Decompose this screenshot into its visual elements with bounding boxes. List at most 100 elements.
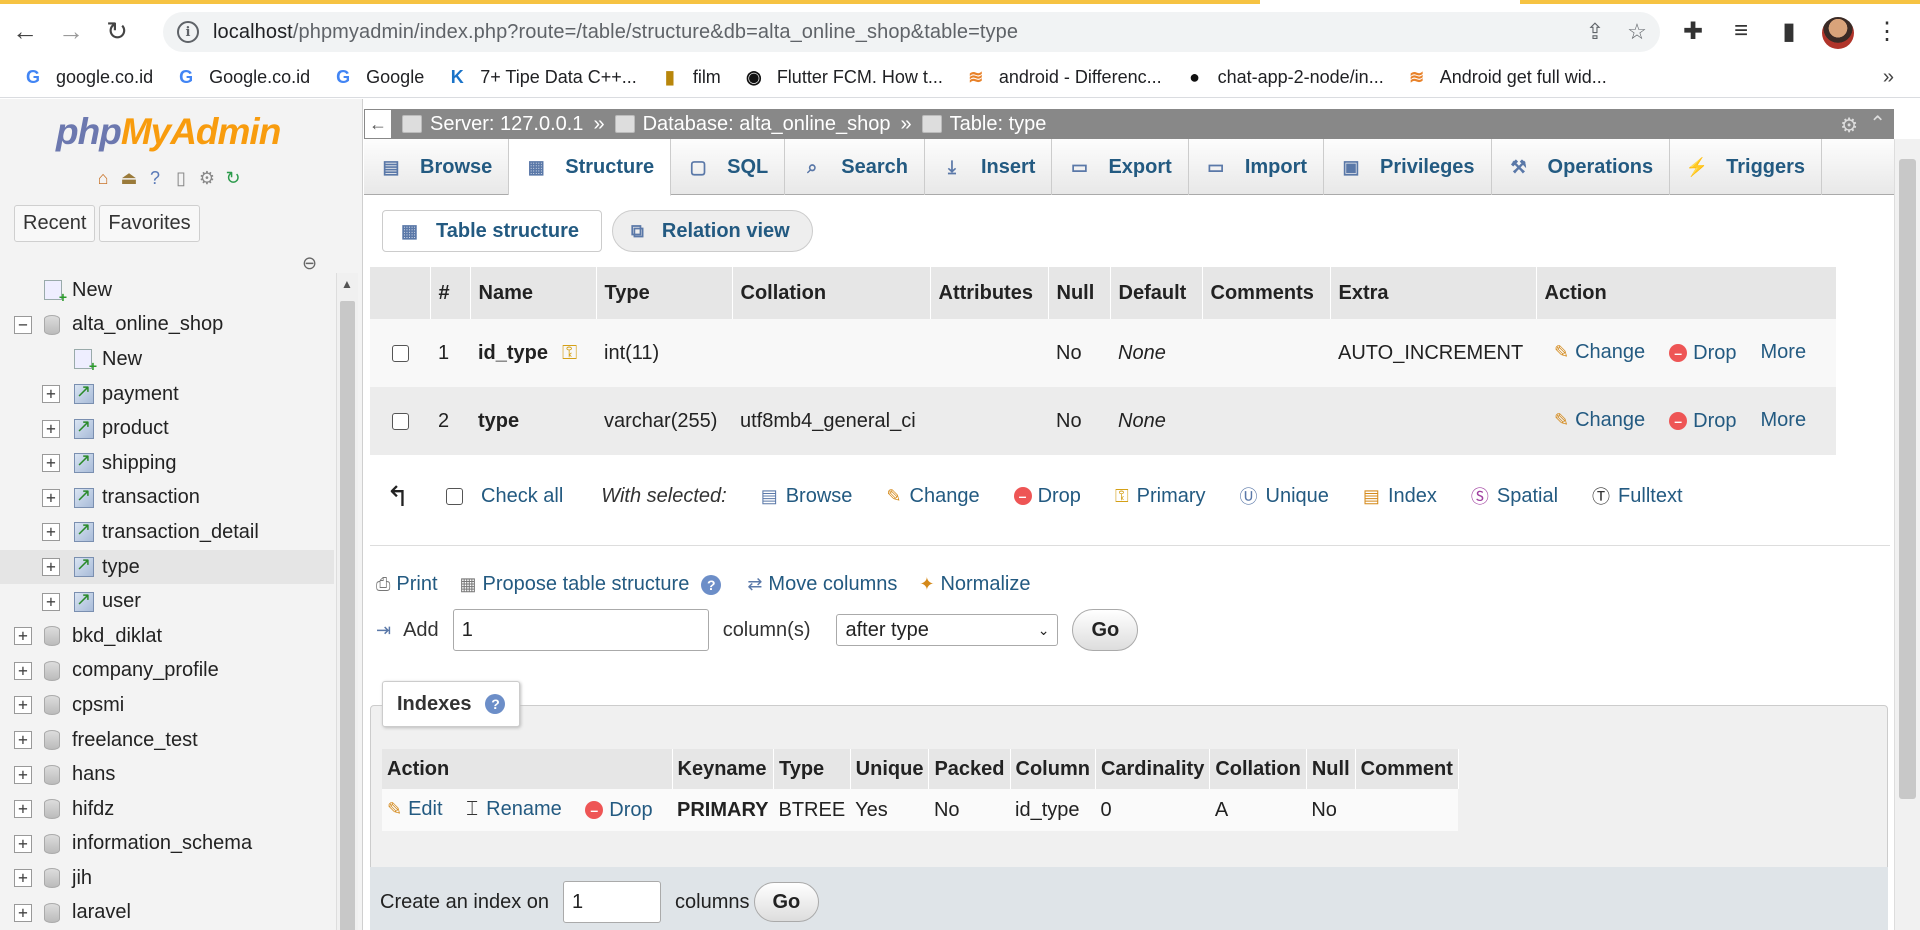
indexes-help-icon[interactable]: ? (485, 694, 506, 714)
bookmark-item[interactable]: G Google (332, 67, 424, 89)
expand-icon[interactable]: + (14, 903, 32, 922)
more-dropdown[interactable]: More (1761, 341, 1807, 364)
expand-icon[interactable]: + (42, 454, 60, 473)
index-edit-link[interactable]: ✎ Edit (387, 798, 443, 821)
nav-scroll-thumb[interactable] (340, 301, 355, 930)
site-info-icon[interactable]: i (177, 21, 199, 43)
tab-structure[interactable]: ▦ Structure (509, 139, 672, 196)
bookmark-item[interactable]: ● chat-app-2-node/in... (1184, 67, 1384, 89)
tab-insert[interactable]: ⤓ Insert (925, 139, 1053, 195)
recent-tab[interactable]: Recent (14, 205, 96, 242)
main-scroll-thumb[interactable] (1899, 159, 1916, 799)
bookmark-item[interactable]: ◉ Flutter FCM. How t... (743, 67, 943, 89)
tree-table-transaction_detail[interactable]: + transaction_detail (0, 515, 334, 550)
url-text[interactable]: localhost/phpmyadmin/index.php?route=/ta… (213, 21, 1018, 44)
bulk-drop-button[interactable]: – Drop (1013, 485, 1081, 508)
tab-triggers[interactable]: ⚡ Triggers (1670, 139, 1823, 195)
expand-icon[interactable]: + (42, 385, 60, 404)
drop-link[interactable]: – Drop (1669, 342, 1737, 365)
reload-nav-icon[interactable]: ↻ (222, 167, 244, 189)
expand-icon[interactable]: + (14, 765, 32, 784)
tree-table-payment[interactable]: + payment (0, 377, 334, 412)
tab-browse[interactable]: ▤ Browse (364, 139, 510, 195)
tree-database-cpsmi[interactable]: + cpsmi (0, 688, 334, 723)
help-icon[interactable]: ? (144, 167, 166, 189)
tree-table-shipping[interactable]: + shipping (0, 446, 334, 481)
tree-new-item[interactable]: New (0, 273, 334, 308)
address-bar[interactable]: i localhost/phpmyadmin/index.php?route=/… (163, 12, 1660, 52)
bookmark-item[interactable]: K 7+ Tipe Data C++... (446, 67, 637, 89)
tab-search[interactable]: ⌕ Search (785, 139, 925, 195)
expand-icon[interactable]: + (14, 731, 32, 750)
side-panel-icon[interactable]: ▮ (1772, 14, 1806, 48)
bookmark-item[interactable]: G Google.co.id (175, 67, 310, 89)
tree-database-hifdz[interactable]: + hifdz (0, 792, 334, 827)
change-link[interactable]: ✎ Change (1554, 409, 1645, 432)
expand-icon[interactable]: + (42, 592, 60, 611)
expand-icon[interactable]: + (14, 800, 32, 819)
phpmyadmin-logo[interactable]: phpMyAdmin (56, 111, 281, 153)
logout-icon[interactable]: ⏏ (118, 167, 140, 189)
expand-icon[interactable]: + (42, 523, 60, 542)
tree-table-product[interactable]: + product (0, 411, 334, 446)
bulk-fulltext-button[interactable]: Ⓣ Fulltext (1592, 483, 1682, 509)
bulk-change-button[interactable]: ✎ Change (886, 485, 979, 508)
expand-icon[interactable]: + (42, 419, 60, 438)
tree-table-user[interactable]: + user (0, 584, 334, 619)
tab-privileges[interactable]: ▣ Privileges (1324, 139, 1492, 195)
media-queue-icon[interactable]: ≡ (1724, 14, 1758, 48)
row-checkbox[interactable] (392, 344, 409, 362)
propose-structure-link[interactable]: ▦ Propose table structure (460, 573, 690, 596)
bookmark-star-icon[interactable]: ☆ (1623, 18, 1651, 46)
bookmarks-overflow-icon[interactable]: » (1883, 66, 1894, 89)
bulk-unique-button[interactable]: Ⓤ Unique (1240, 483, 1329, 509)
breadcrumb-table[interactable]: Table: type (921, 113, 1046, 136)
tab-operations[interactable]: ⚒ Operations (1492, 139, 1671, 195)
more-dropdown[interactable]: More (1761, 409, 1807, 432)
add-position-select[interactable]: after type ⌄ (836, 614, 1059, 646)
settings-gear-icon[interactable]: ⚙ (196, 167, 218, 189)
tree-database-bkd_diklat[interactable]: + bkd_diklat (0, 619, 334, 654)
index-rename-link[interactable]: ⌶ Rename (466, 798, 562, 821)
check-all-checkbox[interactable] (446, 487, 463, 505)
nav-scrollbar[interactable]: ▲ (336, 273, 358, 930)
main-scrollbar[interactable] (1894, 139, 1920, 930)
scroll-up-icon[interactable]: ▲ (341, 277, 353, 291)
expand-icon[interactable]: + (14, 696, 32, 715)
expand-icon[interactable]: + (42, 488, 60, 507)
table-structure-subtab[interactable]: ▦ Table structure (382, 210, 603, 252)
print-link[interactable]: ⎙ Print (376, 573, 438, 596)
row-checkbox[interactable] (392, 412, 409, 430)
tree-database-hans[interactable]: + hans (0, 757, 334, 792)
tree-database-alta_online_shop[interactable]: − alta_online_shop (0, 308, 334, 343)
back-arrow-icon[interactable]: ← (4, 10, 46, 52)
add-go-button[interactable]: Go (1072, 609, 1139, 651)
change-link[interactable]: ✎ Change (1554, 341, 1645, 364)
tab-import[interactable]: ▭ Import (1189, 139, 1325, 195)
reload-icon[interactable]: ↻ (96, 10, 138, 52)
expand-icon[interactable]: + (14, 834, 32, 853)
bookmark-item[interactable]: ≋ android - Differenc... (965, 67, 1161, 89)
move-columns-link[interactable]: ⇄ Move columns (747, 573, 897, 596)
forward-arrow-icon[interactable]: → (50, 10, 92, 52)
docs-icon[interactable]: ▯ (170, 167, 192, 189)
extensions-puzzle-icon[interactable]: ✚ (1676, 14, 1710, 48)
tree-database-jih[interactable]: + jih (0, 861, 334, 896)
tree-database-freelance_test[interactable]: + freelance_test (0, 723, 334, 758)
tree-database-company_profile[interactable]: + company_profile (0, 654, 334, 689)
share-icon[interactable]: ⇪ (1581, 18, 1609, 46)
bookmark-item[interactable]: ≋ Android get full wid... (1406, 67, 1607, 89)
breadcrumb-server[interactable]: Server: 127.0.0.1 (402, 113, 583, 136)
expand-icon[interactable]: + (14, 627, 32, 646)
tree-database-information_schema[interactable]: + information_schema (0, 827, 334, 862)
expand-icon[interactable]: + (42, 558, 60, 577)
propose-help-icon[interactable]: ? (701, 574, 722, 595)
collapse-icon[interactable]: − (14, 315, 32, 334)
bulk-browse-button[interactable]: ▤ Browse (761, 485, 853, 508)
expand-icon[interactable]: + (14, 661, 32, 680)
check-all-link[interactable]: Check all (481, 485, 563, 508)
bulk-index-button[interactable]: ▤ Index (1363, 485, 1437, 508)
profile-avatar[interactable] (1822, 17, 1854, 49)
browser-menu-icon[interactable]: ⋮ (1870, 14, 1904, 48)
bookmark-item[interactable]: ▮ film (659, 67, 721, 89)
